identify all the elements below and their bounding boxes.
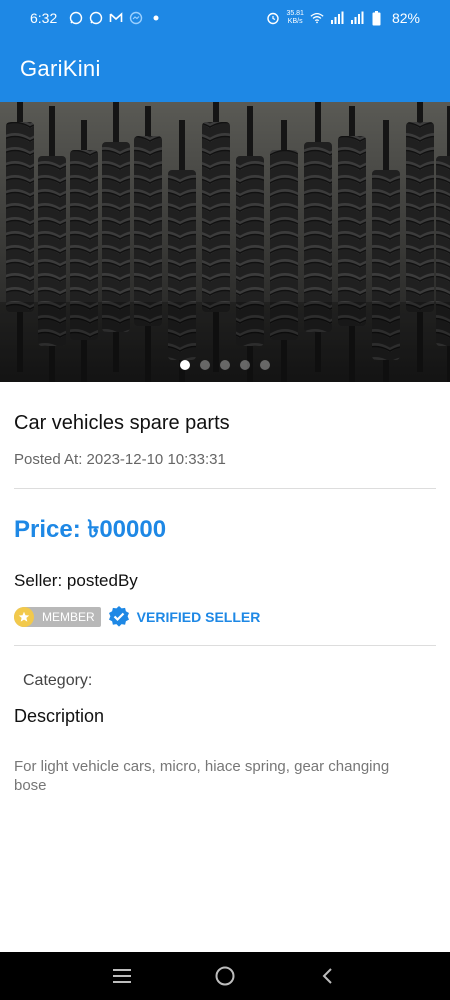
divider [14, 488, 436, 489]
status-right: 35.81 KB/s 82% [266, 10, 420, 26]
description-text: For light vehicle cars, micro, hiace spr… [14, 758, 390, 794]
battery-percentage: 82% [391, 10, 420, 26]
listing-title: Car vehicles spare parts [14, 412, 230, 434]
messenger-icon [129, 11, 143, 25]
home-circle-icon [215, 966, 235, 986]
wifi-icon [310, 11, 324, 25]
signal-icon [330, 11, 344, 25]
status-bar: 6:32 35.81 KB/s 82% [0, 0, 450, 36]
carousel-dot[interactable] [220, 360, 230, 370]
chevron-left-icon [322, 968, 333, 984]
app-bar: GariKini [0, 36, 450, 102]
seller: Seller: postedBy [14, 571, 138, 590]
member-badge: MEMBER [14, 607, 101, 627]
divider [14, 645, 436, 646]
gmail-icon [109, 11, 123, 25]
verified-check-icon [107, 605, 131, 629]
seller-badges: MEMBER VERIFIED SELLER [14, 605, 436, 629]
recent-apps-button[interactable] [109, 963, 135, 989]
whatsapp-icon-2 [89, 11, 103, 25]
app-title: GariKini [20, 56, 101, 81]
carousel-dot[interactable] [200, 360, 210, 370]
status-left: 6:32 [30, 10, 163, 26]
posted-at: Posted At: 2023-12-10 10:33:31 [14, 451, 226, 468]
network-speed: 35.81 KB/s [286, 10, 304, 26]
verified-seller-label: VERIFIED SELLER [136, 609, 261, 625]
whatsapp-icon [69, 11, 83, 25]
description-heading: Description [14, 706, 105, 726]
home-button[interactable] [212, 963, 238, 989]
carousel-dot[interactable] [240, 360, 250, 370]
net-speed-value: 35.81 [286, 10, 304, 17]
image-carousel[interactable] [0, 102, 450, 382]
carousel-indicators [0, 360, 450, 370]
menu-lines-icon [112, 969, 131, 983]
battery-icon [370, 10, 384, 25]
listing-details: Car vehicles spare parts Posted At: 2023… [14, 382, 436, 795]
system-nav-bar [0, 952, 450, 1000]
net-speed-unit: KB/s [287, 18, 303, 25]
product-photo [0, 102, 450, 382]
status-time: 6:32 [30, 10, 58, 26]
carousel-dot[interactable] [180, 360, 190, 370]
back-button[interactable] [315, 963, 341, 989]
star-icon [14, 607, 34, 627]
price: Price: ৳00000 [14, 516, 167, 543]
notification-dot-icon [149, 11, 163, 25]
carousel-dot[interactable] [260, 360, 270, 370]
category-label: Category: [23, 672, 93, 689]
alarm-icon [266, 11, 280, 25]
member-badge-label: MEMBER [42, 610, 95, 624]
signal-icon-2 [350, 11, 364, 25]
